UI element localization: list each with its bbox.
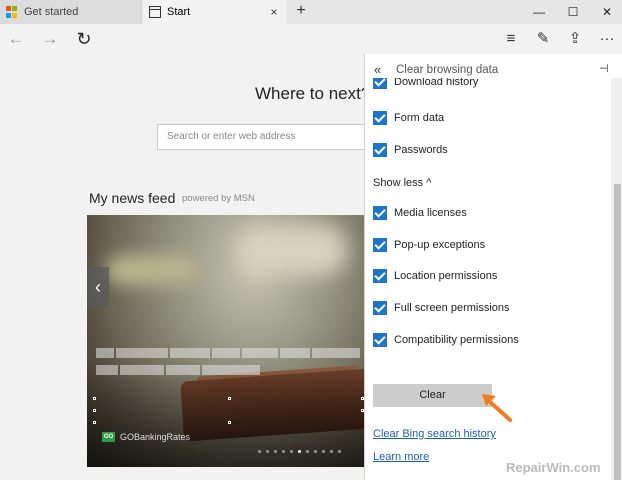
checkbox-label: Location permissions xyxy=(394,270,498,282)
annotation-arrow-icon xyxy=(482,394,512,422)
pin-icon[interactable]: ⊣ xyxy=(599,62,609,75)
checkbox-compatibility-permissions[interactable]: Compatibility permissions xyxy=(373,333,519,347)
start-page: Where to next? Search or enter web addre… xyxy=(0,54,364,480)
carousel-dot[interactable] xyxy=(314,450,317,453)
checkbox-checked-icon[interactable] xyxy=(373,269,387,283)
web-note-icon[interactable]: ✎ xyxy=(530,26,556,52)
checkbox-download-history[interactable]: Download history xyxy=(373,78,478,89)
panel-back-icon[interactable]: « xyxy=(374,62,381,77)
show-less-toggle[interactable]: Show less ^ xyxy=(373,177,431,189)
carousel-dot[interactable] xyxy=(258,450,261,453)
news-feed-title: My news feed xyxy=(89,190,176,206)
scrollbar-thumb[interactable] xyxy=(614,184,621,480)
checkbox-label: Full screen permissions xyxy=(394,302,510,314)
selection-handle xyxy=(93,397,96,400)
checkbox-label: Media licenses xyxy=(394,207,467,219)
new-tab-button[interactable]: + xyxy=(292,0,310,24)
carousel-dot[interactable] xyxy=(290,450,293,453)
checkbox-label: Compatibility permissions xyxy=(394,334,519,346)
clear-bing-history-link[interactable]: Clear Bing search history xyxy=(373,428,496,440)
more-icon[interactable]: ··· xyxy=(594,26,620,52)
checkbox-full-screen-permissions[interactable]: Full screen permissions xyxy=(373,301,510,315)
carousel-dot[interactable] xyxy=(282,450,285,453)
minimize-button[interactable]: — xyxy=(524,0,554,24)
panel-title: Clear browsing data xyxy=(396,64,499,76)
news-source-name: GOBankingRates xyxy=(120,432,191,442)
close-window-button[interactable]: ✕ xyxy=(592,0,622,24)
tab-label: Start xyxy=(167,6,191,18)
navigation-bar: ← → ↻ ≡ ✎ ⇪ ··· xyxy=(0,24,622,54)
checkbox-media-licenses[interactable]: Media licenses xyxy=(373,206,467,220)
checkbox-checked-icon[interactable] xyxy=(373,301,387,315)
powered-by-label: powered by MSN xyxy=(182,193,255,204)
checkbox-checked-icon[interactable] xyxy=(373,143,387,157)
page-heading: Where to next? xyxy=(255,84,364,103)
carousel-dot[interactable] xyxy=(330,450,333,453)
carousel-dot[interactable] xyxy=(266,450,269,453)
selection-handle xyxy=(93,409,96,412)
checkbox-label: Pop-up exceptions xyxy=(394,239,486,251)
hub-icon[interactable]: ≡ xyxy=(498,26,524,52)
windows-logo-icon xyxy=(6,6,18,18)
search-input[interactable]: Search or enter web address xyxy=(157,124,364,150)
carousel-dots xyxy=(258,450,341,453)
checkbox-popup-exceptions[interactable]: Pop-up exceptions xyxy=(373,238,485,252)
watermark: RepairWin.com xyxy=(506,460,601,475)
carousel-dot-active[interactable] xyxy=(298,450,301,453)
tab-label: Get started xyxy=(24,6,79,18)
news-image[interactable] xyxy=(87,215,364,467)
selection-handle xyxy=(228,421,231,424)
checkbox-checked-icon[interactable] xyxy=(373,78,387,89)
back-button[interactable]: ← xyxy=(3,26,29,52)
tab-start[interactable]: Start × xyxy=(143,0,287,24)
checkbox-label: Download history xyxy=(394,78,479,88)
carousel-dot[interactable] xyxy=(306,450,309,453)
carousel-dot[interactable] xyxy=(338,450,341,453)
checkbox-checked-icon[interactable] xyxy=(373,238,387,252)
selection-handle xyxy=(93,421,96,424)
checkbox-passwords[interactable]: Passwords xyxy=(373,143,448,157)
checkbox-checked-icon[interactable] xyxy=(373,206,387,220)
learn-more-link[interactable]: Learn more xyxy=(373,451,429,463)
carousel-prev-button[interactable]: ‹ xyxy=(87,267,109,307)
checkbox-checked-icon[interactable] xyxy=(373,333,387,347)
maximize-button[interactable]: ☐ xyxy=(558,0,588,24)
selection-handle xyxy=(228,397,231,400)
news-source-logo: GO xyxy=(102,432,115,442)
start-page-icon xyxy=(149,6,161,18)
close-tab-icon[interactable]: × xyxy=(267,5,281,19)
share-icon[interactable]: ⇪ xyxy=(562,26,588,52)
checkbox-label: Form data xyxy=(394,112,445,124)
image-bokeh xyxy=(237,225,347,275)
image-bokeh xyxy=(107,255,197,285)
checkbox-location-permissions[interactable]: Location permissions xyxy=(373,269,497,283)
forward-button[interactable]: → xyxy=(37,26,63,52)
tab-bar: Get started Start × + — ☐ ✕ xyxy=(0,0,622,24)
checkbox-label: Passwords xyxy=(394,144,448,156)
checkbox-form-data[interactable]: Form data xyxy=(373,111,444,125)
refresh-button[interactable]: ↻ xyxy=(71,26,97,52)
checkbox-checked-icon[interactable] xyxy=(373,111,387,125)
tab-get-started[interactable]: Get started xyxy=(0,0,142,24)
news-headline-pixelated[interactable] xyxy=(96,348,362,378)
carousel-dot[interactable] xyxy=(274,450,277,453)
clear-button[interactable]: Clear xyxy=(373,384,492,407)
carousel-dot[interactable] xyxy=(322,450,325,453)
